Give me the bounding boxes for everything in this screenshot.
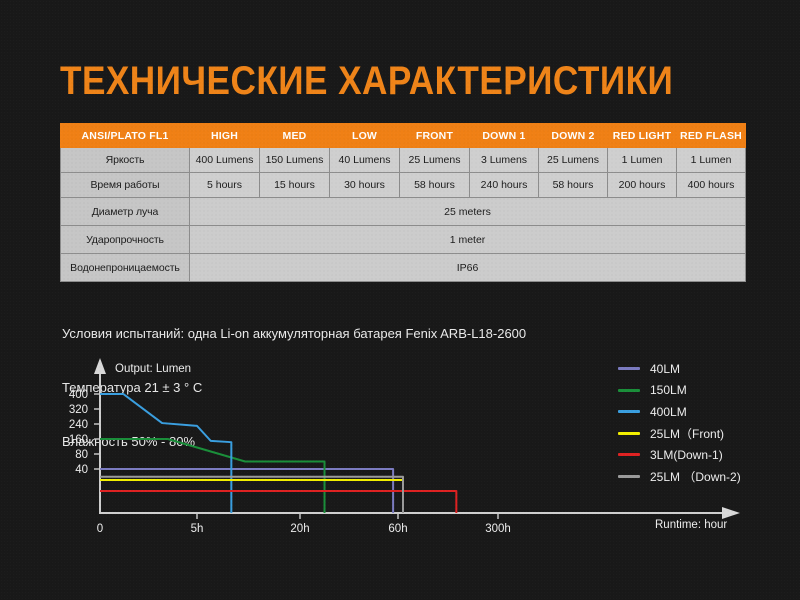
- table-header-cell-0: ANSI/PLATO FL1: [61, 124, 190, 148]
- legend-item-25lm-front[interactable]: 25LM（Front): [618, 423, 741, 445]
- table-header-cell-5: DOWN 1: [470, 124, 539, 148]
- cell-waterproof-value: IP66: [190, 254, 746, 282]
- legend-swatch-25lm-down2: [618, 475, 640, 478]
- legend-swatch-400lm: [618, 410, 640, 413]
- table-header: ANSI/PLATO FL1 HIGH MED LOW FRONT DOWN 1…: [61, 124, 746, 148]
- table-row: Ударопрочность 1 meter: [61, 226, 746, 254]
- chart-line-400lm: [100, 394, 231, 513]
- row-label-brightness: Яркость: [61, 148, 190, 173]
- table-row: Яркость 400 Lumens 150 Lumens 40 Lumens …: [61, 148, 746, 173]
- table-header-cell-3: LOW: [330, 124, 400, 148]
- table-header-cell-7: RED LIGHT: [608, 124, 677, 148]
- legend-label-25lm-front: 25LM（Front): [650, 425, 724, 442]
- cell-brightness-front: 25 Lumens: [400, 148, 470, 173]
- x-axis: [100, 507, 740, 519]
- legend-item-25lm-down2[interactable]: 25LM （Down-2): [618, 466, 741, 488]
- cell-runtime-front: 58 hours: [400, 173, 470, 198]
- y-axis-title: Output: Lumen: [115, 363, 191, 375]
- cell-runtime-redlight: 200 hours: [608, 173, 677, 198]
- legend-item-150lm[interactable]: 150LM: [618, 380, 741, 402]
- cell-brightness-down1: 3 Lumens: [470, 148, 539, 173]
- test-conditions-line-1: Условия испытаний: одна Li-on аккумулято…: [62, 325, 526, 343]
- cell-impact-resistance-value: 1 meter: [190, 226, 746, 254]
- x-tick-label: 20h: [290, 523, 309, 535]
- cell-brightness-low: 40 Lumens: [330, 148, 400, 173]
- y-tick-label: 320: [69, 404, 88, 416]
- legend-swatch-150lm: [618, 389, 640, 392]
- row-label-waterproof: Водонепроницаемость: [61, 254, 190, 282]
- row-label-beam-distance: Диаметр луча: [61, 198, 190, 226]
- row-label-runtime: Время работы: [61, 173, 190, 198]
- y-axis-ticks: 400 320 240 160 80 40: [69, 389, 100, 476]
- x-tick-label: 5h: [191, 523, 204, 535]
- x-tick-label: 300h: [485, 523, 511, 535]
- cell-brightness-med: 150 Lumens: [260, 148, 330, 173]
- x-axis-arrow-icon: [722, 507, 740, 519]
- cell-brightness-redlight: 1 Lumen: [608, 148, 677, 173]
- cell-beam-distance-value: 25 meters: [190, 198, 746, 226]
- y-tick-label: 80: [75, 449, 88, 461]
- legend-label-25lm-down2: 25LM （Down-2): [650, 468, 741, 485]
- y-tick-label: 40: [75, 464, 88, 476]
- table-row: Время работы 5 hours 15 hours 30 hours 5…: [61, 173, 746, 198]
- legend-item-40lm[interactable]: 40LM: [618, 358, 741, 380]
- legend-swatch-25lm-front: [618, 432, 640, 435]
- chart-legend: 40LM 150LM 400LM 25LM（Front) 3LM(Down-1)…: [618, 358, 741, 487]
- legend-label-150lm: 150LM: [650, 383, 687, 397]
- cell-runtime-redflash: 400 hours: [677, 173, 746, 198]
- table-header-cell-2: MED: [260, 124, 330, 148]
- table-row: Водонепроницаемость IP66: [61, 254, 746, 282]
- chart-line-25lm-front-: [100, 480, 403, 513]
- legend-item-3lm-down1[interactable]: 3LM(Down-1): [618, 444, 741, 466]
- table-header-cell-8: RED FLASH: [677, 124, 746, 148]
- legend-swatch-3lm-down1: [618, 453, 640, 456]
- row-label-impact-resistance: Ударопрочность: [61, 226, 190, 254]
- chart-series-group: [100, 394, 456, 513]
- legend-label-40lm: 40LM: [650, 362, 680, 376]
- y-tick-label: 240: [69, 419, 88, 431]
- table-header-row: ANSI/PLATO FL1 HIGH MED LOW FRONT DOWN 1…: [61, 124, 746, 148]
- cell-runtime-high: 5 hours: [190, 173, 260, 198]
- slide-root: ТЕХНИЧЕСКИЕ ХАРАКТЕРИСТИКИ ANSI/PLATO FL…: [0, 0, 800, 600]
- legend-swatch-40lm: [618, 367, 640, 370]
- y-axis-arrow-icon: [94, 358, 106, 374]
- cell-runtime-low: 30 hours: [330, 173, 400, 198]
- table-body: Яркость 400 Lumens 150 Lumens 40 Lumens …: [61, 148, 746, 282]
- page-title: ТЕХНИЧЕСКИЕ ХАРАКТЕРИСТИКИ: [60, 58, 673, 104]
- table-header-cell-6: DOWN 2: [539, 124, 608, 148]
- x-axis-ticks: 0 5h 20h 60h 300h: [97, 513, 511, 535]
- x-tick-label: 0: [97, 523, 103, 535]
- legend-label-3lm-down1: 3LM(Down-1): [650, 448, 723, 462]
- legend-item-400lm[interactable]: 400LM: [618, 401, 741, 423]
- legend-label-400lm: 400LM: [650, 405, 687, 419]
- cell-runtime-down1: 240 hours: [470, 173, 539, 198]
- cell-brightness-down2: 25 Lumens: [539, 148, 608, 173]
- cell-brightness-high: 400 Lumens: [190, 148, 260, 173]
- y-tick-label: 160: [69, 434, 88, 446]
- chart-line-25lm-down-2-: [100, 477, 403, 513]
- specifications-table: ANSI/PLATO FL1 HIGH MED LOW FRONT DOWN 1…: [60, 123, 746, 282]
- table-row: Диаметр луча 25 meters: [61, 198, 746, 226]
- table-header-cell-1: HIGH: [190, 124, 260, 148]
- x-axis-title: Runtime: hour: [655, 519, 727, 531]
- x-tick-label: 60h: [388, 523, 407, 535]
- cell-runtime-down2: 58 hours: [539, 173, 608, 198]
- cell-brightness-redflash: 1 Lumen: [677, 148, 746, 173]
- table-header-cell-4: FRONT: [400, 124, 470, 148]
- y-tick-label: 400: [69, 389, 88, 401]
- cell-runtime-med: 15 hours: [260, 173, 330, 198]
